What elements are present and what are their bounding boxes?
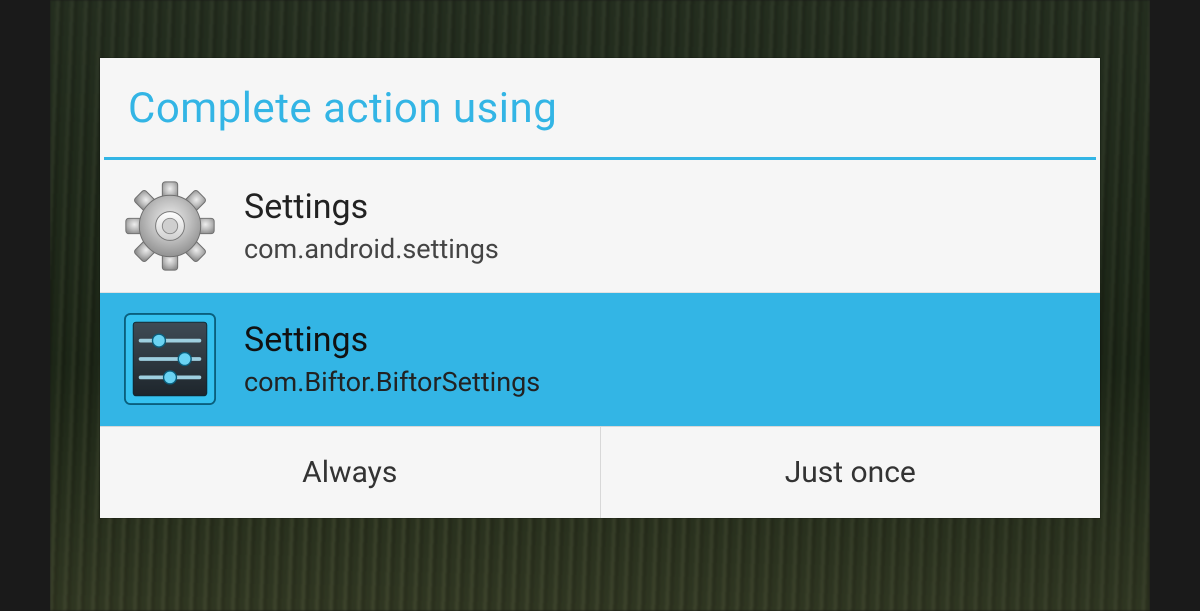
pillarbox-right	[1150, 0, 1200, 611]
always-button[interactable]: Always	[100, 427, 600, 518]
app-name-label: Settings	[244, 320, 540, 360]
sliders-icon	[122, 311, 218, 407]
app-name-label: Settings	[244, 187, 499, 227]
app-text: Settings com.android.settings	[244, 187, 499, 265]
app-chooser-list: Settings com.android.settings	[100, 160, 1100, 426]
pillarbox-left	[0, 0, 50, 611]
gear-icon	[122, 178, 218, 274]
app-text: Settings com.Biftor.BiftorSettings	[244, 320, 540, 398]
complete-action-dialog: Complete action using	[100, 58, 1100, 518]
app-package-label: com.android.settings	[244, 233, 499, 265]
dialog-title: Complete action using	[100, 58, 1100, 157]
just-once-button[interactable]: Just once	[600, 427, 1101, 518]
app-package-label: com.Biftor.BiftorSettings	[244, 366, 540, 398]
dialog-button-bar: Always Just once	[100, 426, 1100, 518]
app-row-android-settings[interactable]: Settings com.android.settings	[100, 160, 1100, 293]
app-row-biftor-settings[interactable]: Settings com.Biftor.BiftorSettings	[100, 293, 1100, 426]
